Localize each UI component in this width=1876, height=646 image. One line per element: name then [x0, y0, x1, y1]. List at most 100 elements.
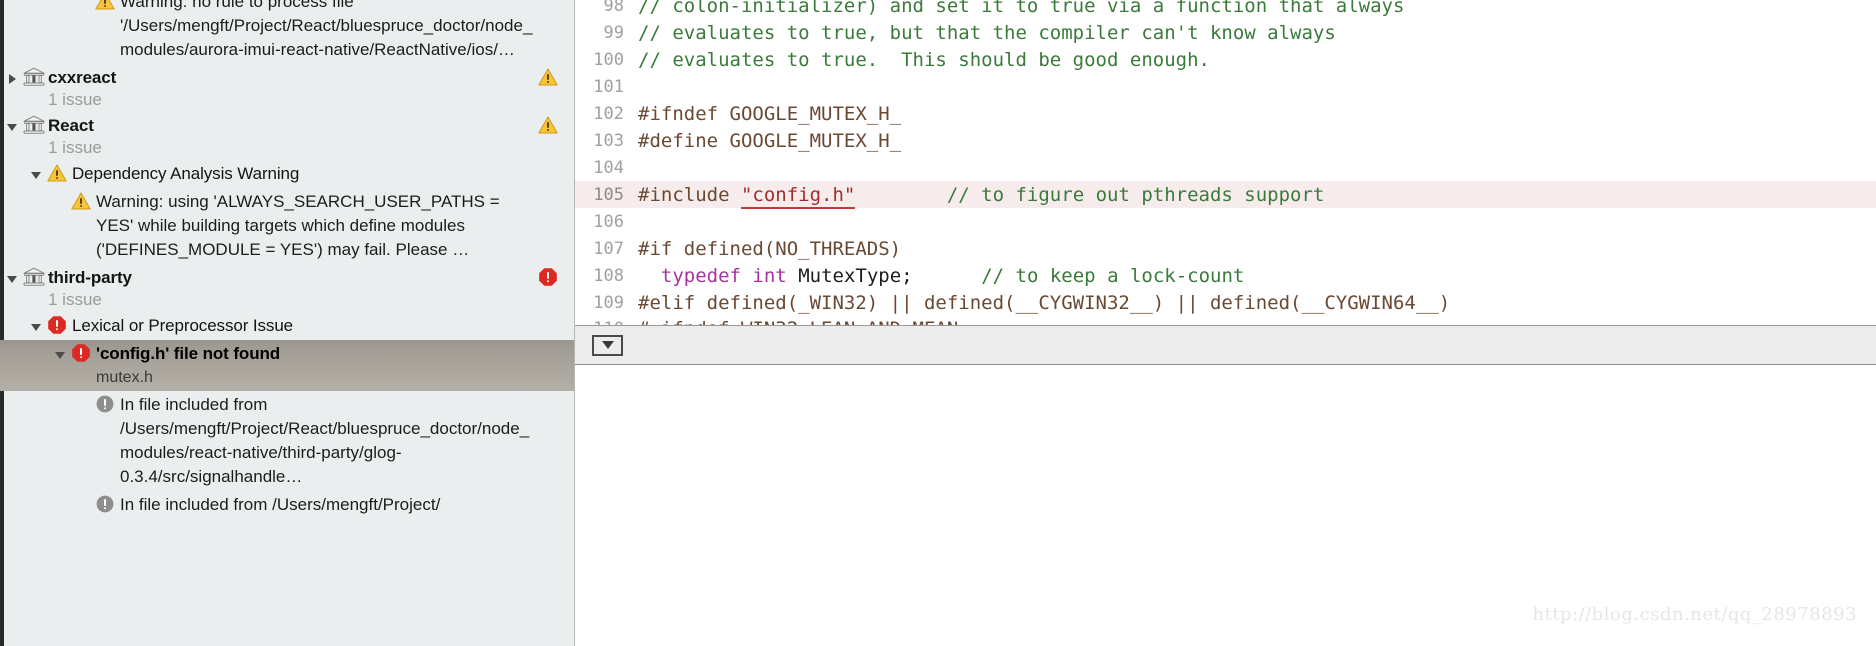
navigator-row-text: In file included from /Users/mengft/Proj…	[116, 493, 574, 517]
code-preprocessor: # ifndef WIN32_LEAN_AND_MEAN	[638, 318, 958, 325]
code-line-text[interactable]: // evaluates to true. This should be goo…	[633, 49, 1876, 71]
code-line[interactable]: 106	[575, 208, 1876, 235]
code-comment: // to figure out pthreads support	[946, 183, 1325, 206]
code-view[interactable]: 98 // colon-initializer) and set it to tr…	[575, 0, 1876, 325]
disclosure-triangle-open-icon[interactable]	[30, 163, 46, 185]
target-bank-icon	[22, 114, 45, 136]
code-line-text[interactable]: # ifndef WIN32_LEAN_AND_MEAN	[633, 316, 1876, 325]
navigator-issue-row[interactable]: 'config.h' file not found mutex.h	[0, 340, 574, 391]
disclosure-triangle-open-icon[interactable]	[30, 315, 46, 337]
warning-triangle-icon	[70, 190, 92, 212]
code-line-text[interactable]: // evaluates to true, but that the compi…	[633, 22, 1876, 44]
navigator-issue-count: 1 issue	[48, 90, 102, 109]
navigator-category-row[interactable]: Dependency Analysis Warning	[0, 160, 574, 188]
code-line-error[interactable]: 105 #include "config.h" // to figure out …	[575, 181, 1876, 209]
code-line-text[interactable]: #elif defined(_WIN32) || defined(__CYGWI…	[633, 292, 1876, 314]
code-line[interactable]: 104	[575, 154, 1876, 181]
code-preprocessor: #if defined(NO_THREADS)	[638, 237, 902, 260]
error-octagon-icon	[70, 342, 92, 364]
disclosure-placeholder	[78, 0, 94, 13]
code-line[interactable]: 99 // evaluates to true, but that the com…	[575, 19, 1876, 46]
code-line-text[interactable]: #if defined(NO_THREADS)	[633, 238, 1876, 260]
navigator-issue-count: 1 issue	[48, 138, 102, 157]
code-line[interactable]: 110 # ifndef WIN32_LEAN_AND_MEAN	[575, 316, 1876, 325]
warning-triangle-icon	[46, 162, 68, 184]
disclosure-placeholder	[78, 394, 94, 416]
disclosure-triangle-open-icon[interactable]	[6, 115, 22, 137]
code-comment: // to keep a lock-count	[981, 264, 1245, 287]
code-line[interactable]: 101	[575, 73, 1876, 100]
code-line[interactable]: 108 typedef int MutexType; // to keep a …	[575, 262, 1876, 289]
disclosure-triangle-open-icon[interactable]	[6, 267, 22, 289]
issue-navigator-panel[interactable]: Project/React/bluespruce_doctor/node_mod…	[0, 0, 575, 646]
info-gray-icon	[94, 393, 116, 415]
navigator-row-title: Dependency Analysis Warning	[72, 164, 300, 183]
line-number: 105	[593, 184, 624, 205]
code-keyword: int	[752, 264, 787, 287]
code-line-text[interactable]: #ifndef GOOGLE_MUTEX_H_	[633, 103, 1876, 125]
info-gray-icon	[94, 493, 116, 515]
line-number: 106	[593, 211, 624, 232]
code-line[interactable]: 107 #if defined(NO_THREADS)	[575, 235, 1876, 262]
code-line-text[interactable]: #define GOOGLE_MUTEX_H_	[633, 130, 1876, 152]
navigator-row-text: third-party 1 issue	[44, 266, 574, 310]
navigator-message-row[interactable]: In file included from /Users/mengft/Proj…	[0, 391, 574, 491]
navigator-category-row[interactable]: Lexical or Preprocessor Issue	[0, 312, 574, 340]
line-number: 107	[593, 238, 624, 259]
disclosure-triangle-closed-icon[interactable]	[6, 67, 22, 89]
code-line[interactable]: 100 // evaluates to true. This should be …	[575, 46, 1876, 73]
navigator-row-title: 'config.h' file not found	[96, 344, 281, 363]
code-comment: // evaluates to true. This should be goo…	[638, 48, 1210, 71]
navigator-status-warning-triangle-icon	[537, 66, 559, 88]
code-preprocessor: #include	[638, 183, 741, 206]
line-number: 98	[603, 0, 624, 16]
navigator-row-text: cxxreact 1 issue	[44, 66, 574, 110]
navigator-message-row[interactable]: Warning: no rule to process file '/Users…	[0, 0, 574, 64]
code-line-text[interactable]: #include "config.h" // to figure out pth…	[633, 183, 1876, 209]
navigator-group-row[interactable]: cxxreact 1 issue	[0, 64, 574, 112]
line-number: 100	[593, 49, 624, 70]
navigator-row-title: Lexical or Preprocessor Issue	[72, 316, 294, 335]
chevron-down-icon[interactable]	[592, 334, 623, 356]
code-comment: // evaluates to true, but that the compi…	[638, 21, 1336, 44]
line-number: 104	[593, 157, 624, 178]
navigator-message-row[interactable]: In file included from /Users/mengft/Proj…	[0, 491, 574, 519]
navigator-row-text: Lexical or Preprocessor Issue	[68, 314, 574, 338]
navigator-group-row[interactable]: third-party 1 issue	[0, 264, 574, 312]
code-line[interactable]: 103 #define GOOGLE_MUTEX_H_	[575, 127, 1876, 154]
navigator-issue-count: 1 issue	[48, 290, 102, 309]
line-number: 101	[593, 76, 624, 97]
code-line-text[interactable]: // colon-initializer) and set it to true…	[633, 0, 1876, 17]
target-bank-icon	[22, 66, 45, 88]
code-keyword: typedef	[660, 264, 741, 287]
navigator-group-row[interactable]: React 1 issue	[0, 112, 574, 160]
code-lines-container[interactable]: 98 // colon-initializer) and set it to tr…	[575, 0, 1876, 325]
navigator-row-text: In file included from /Users/mengft/Proj…	[116, 393, 574, 489]
navigator-status-warning-triangle-icon	[537, 114, 559, 136]
source-editor-pane[interactable]: 98 // colon-initializer) and set it to tr…	[575, 0, 1876, 646]
editor-bottom-toolbar[interactable]	[575, 325, 1876, 365]
line-number: 102	[593, 103, 624, 124]
navigator-row-text: Warning: no rule to process file '/Users…	[116, 0, 574, 62]
code-line[interactable]: 102 #ifndef GOOGLE_MUTEX_H_	[575, 100, 1876, 127]
code-line[interactable]: 98 // colon-initializer) and set it to tr…	[575, 0, 1876, 19]
navigator-message-row[interactable]: Warning: using 'ALWAYS_SEARCH_USER_PATHS…	[0, 188, 574, 264]
code-line[interactable]: 109 #elif defined(_WIN32) || defined(__CY…	[575, 289, 1876, 316]
navigator-row-message: Warning: no rule to process file '/Users…	[120, 0, 533, 59]
disclosure-placeholder	[54, 191, 70, 213]
navigator-row-title: cxxreact	[48, 68, 117, 87]
warning-triangle-icon	[94, 0, 116, 12]
editor-empty-area: http://blog.csdn.net/qq_28978893	[575, 366, 1876, 646]
line-number: 109	[593, 292, 624, 313]
code-preprocessor: #ifndef GOOGLE_MUTEX_H_	[638, 102, 902, 125]
code-line-text[interactable]: typedef int MutexType; // to keep a lock…	[633, 265, 1876, 287]
issue-navigator-list[interactable]: Project/React/bluespruce_doctor/node_mod…	[0, 0, 574, 519]
disclosure-triangle-open-icon[interactable]	[54, 343, 70, 365]
line-number: 103	[593, 130, 624, 151]
navigator-row-text: Warning: using 'ALWAYS_SEARCH_USER_PATHS…	[92, 190, 574, 262]
navigator-row-message: In file included from /Users/mengft/Proj…	[120, 495, 441, 514]
